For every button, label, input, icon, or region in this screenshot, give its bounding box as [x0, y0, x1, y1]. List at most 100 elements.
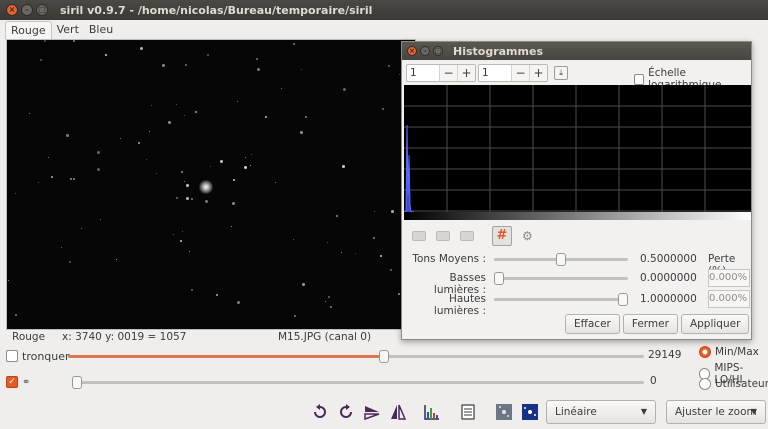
star	[399, 74, 400, 75]
color-image-icon[interactable]	[520, 402, 540, 422]
radio-min-max[interactable]: Min/Max	[699, 346, 759, 358]
color-picker-icon[interactable]: ⚙	[522, 229, 533, 243]
star-cluster	[199, 180, 213, 194]
reset-zoom-icon[interactable]: ⤓	[554, 66, 568, 80]
midtones-slider-handle[interactable]	[556, 253, 566, 266]
star	[44, 40, 46, 42]
display-mode-dropdown[interactable]: Linéaire ▼	[546, 400, 656, 424]
star	[180, 240, 182, 242]
tab-vert[interactable]: Vert	[52, 21, 84, 39]
red-channel-toggle-icon[interactable]	[412, 231, 426, 241]
blue-channel-toggle-icon[interactable]	[460, 231, 474, 241]
midtones-slider[interactable]	[494, 253, 628, 266]
star	[189, 251, 190, 252]
zoom-dropdown[interactable]: Ajuster le zoom ▼	[666, 400, 766, 424]
zoom-x-spinner[interactable]: 1 − +	[406, 64, 476, 82]
close-window-icon[interactable]: ×	[6, 4, 18, 16]
zoom-spinners: 1 − + 1 − + ⤓	[406, 64, 568, 82]
histogram-grid	[404, 85, 751, 212]
star	[216, 294, 218, 296]
display-mode-value: Linéaire	[555, 406, 597, 418]
image-view[interactable]	[6, 39, 416, 330]
low-threshold-value[interactable]: 0	[650, 375, 657, 387]
close-button[interactable]: Fermer	[622, 314, 678, 334]
plus-icon[interactable]: +	[529, 65, 547, 81]
star	[398, 293, 400, 295]
highlights-value[interactable]: 1.0000000	[640, 293, 697, 305]
log-scale-checkbox[interactable]	[634, 73, 645, 85]
highlights-slider-handle[interactable]	[618, 293, 628, 306]
link-checkbox[interactable]: ✓	[6, 376, 18, 388]
histogram-close-icon[interactable]: ×	[407, 46, 417, 56]
star	[61, 247, 62, 248]
shadows-value[interactable]: 0.0000000	[640, 272, 697, 284]
low-threshold-handle[interactable]	[72, 376, 82, 389]
flip-horizontal-icon[interactable]	[388, 402, 408, 422]
zoom-y-value[interactable]: 1	[479, 67, 511, 79]
star	[293, 43, 295, 45]
star	[328, 296, 330, 298]
star	[300, 131, 303, 134]
high-threshold-handle[interactable]	[379, 350, 390, 363]
star	[140, 47, 143, 50]
midtones-label: Tons Moyens :	[412, 253, 486, 265]
grid-toggle-icon[interactable]: #	[492, 226, 512, 246]
clear-button[interactable]: Effacer	[565, 314, 620, 334]
chevron-down-icon: ▼	[750, 407, 757, 416]
plus-icon[interactable]: +	[457, 65, 475, 81]
tab-rouge[interactable]: Rouge	[5, 21, 52, 39]
star	[156, 173, 157, 174]
bottom-toolbar: Linéaire ▼ Ajuster le zoom ▼	[0, 400, 768, 424]
star	[186, 197, 189, 200]
histogram-minimize-icon[interactable]: –	[420, 46, 430, 56]
zoom-x-value[interactable]: 1	[407, 67, 439, 79]
histogram-maximize-icon[interactable]: □	[433, 46, 443, 56]
high-threshold-value[interactable]: 29149	[648, 349, 681, 361]
flip-vertical-icon[interactable]	[362, 402, 382, 422]
minimize-window-icon[interactable]: –	[21, 4, 33, 16]
star	[301, 69, 302, 70]
star	[195, 111, 197, 113]
star	[51, 176, 53, 178]
tronquer-checkbox[interactable]	[6, 350, 18, 362]
minus-icon[interactable]: −	[511, 65, 529, 81]
star	[250, 165, 251, 166]
green-channel-toggle-icon[interactable]	[436, 231, 450, 241]
star	[151, 105, 152, 106]
radio-user-button[interactable]	[699, 378, 711, 390]
shadows-slider-handle[interactable]	[494, 272, 504, 285]
star	[281, 88, 282, 89]
star	[342, 165, 345, 168]
star	[176, 104, 177, 105]
shadows-row: Basses lumières : 0.0000000 0.000%	[402, 269, 751, 296]
histogram-icon[interactable]	[422, 402, 442, 422]
midtones-value[interactable]: 0.5000000	[640, 253, 697, 265]
star	[182, 231, 183, 232]
highlights-label: Hautes lumières :	[433, 293, 486, 317]
shadows-slider[interactable]	[494, 272, 628, 285]
apply-button[interactable]: Appliquer	[680, 314, 750, 334]
tronquer-row: tronquer	[6, 347, 70, 365]
high-threshold-slider[interactable]	[68, 350, 644, 363]
maximize-window-icon[interactable]: □	[36, 4, 48, 16]
radio-min-max-button[interactable]	[699, 346, 711, 358]
radio-user[interactable]: Utilisateur	[699, 378, 768, 390]
zoom-y-spinner[interactable]: 1 − +	[478, 64, 548, 82]
high-threshold-fill	[68, 355, 385, 358]
star	[256, 58, 258, 60]
low-threshold-slider[interactable]	[72, 376, 644, 389]
star	[40, 59, 42, 61]
image-preview-icon[interactable]	[494, 402, 514, 422]
star	[185, 64, 187, 66]
highlights-slider[interactable]	[494, 293, 628, 306]
rotate-right-icon[interactable]	[336, 402, 356, 422]
rotate-left-icon[interactable]	[310, 402, 330, 422]
star	[220, 160, 223, 163]
status-coords: x: 3740 y: 0019 = 1057	[62, 331, 187, 343]
minus-icon[interactable]: −	[439, 65, 457, 81]
star	[251, 154, 252, 155]
star	[15, 193, 16, 194]
tab-bleu[interactable]: Bleu	[84, 21, 118, 39]
console-icon[interactable]	[458, 402, 478, 422]
star	[302, 283, 305, 286]
